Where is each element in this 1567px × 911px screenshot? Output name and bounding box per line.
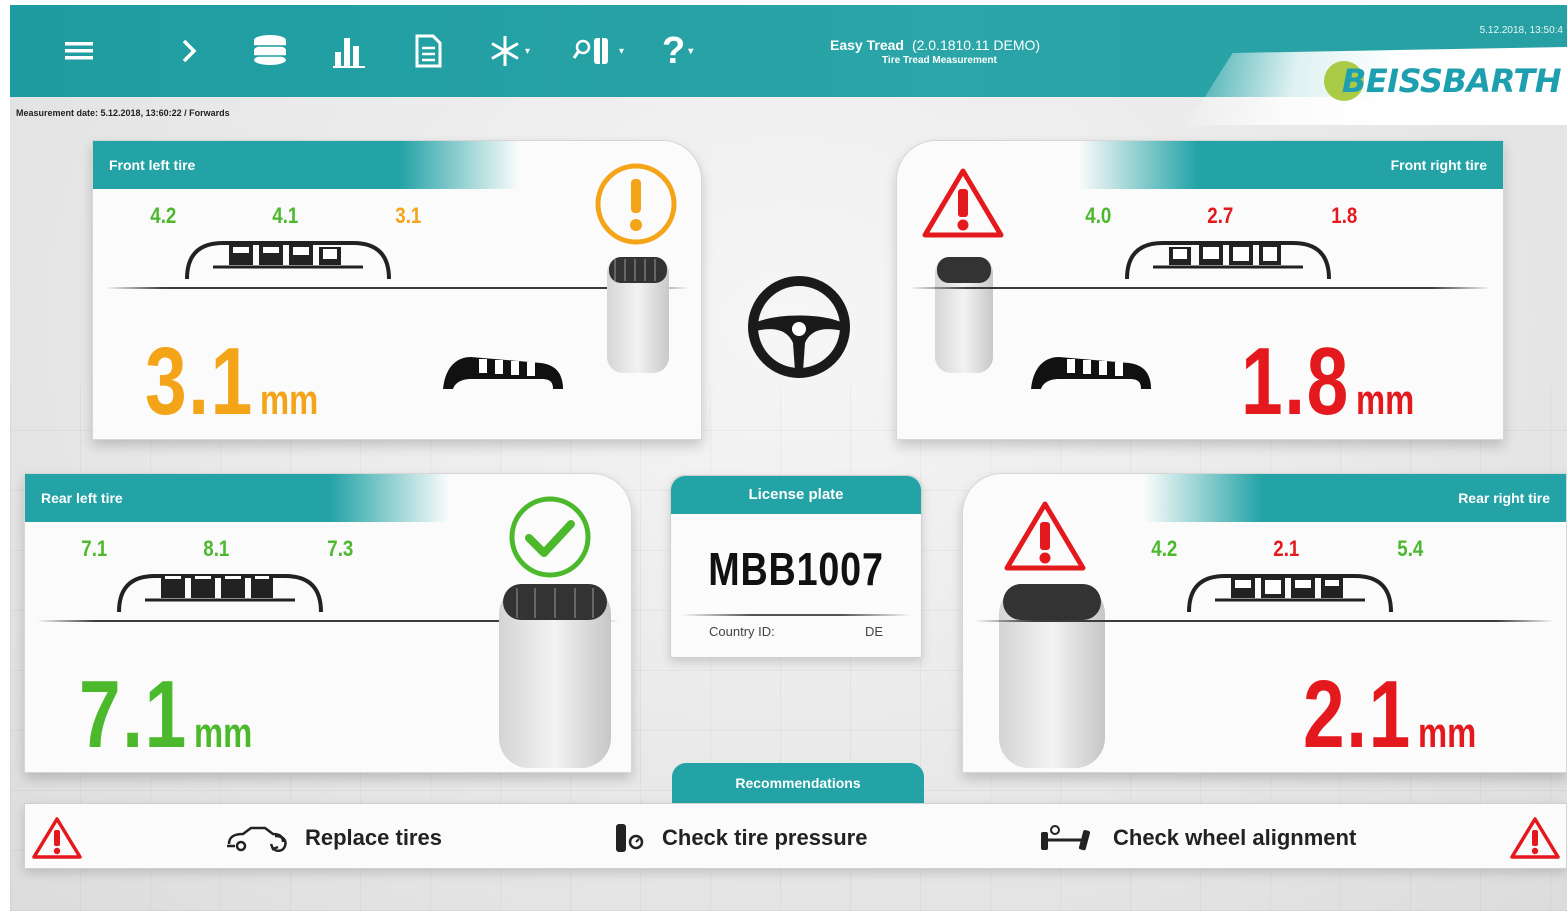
tire-search-icon[interactable]: ▾ bbox=[572, 31, 624, 71]
recommendations-bar: Replace tires Check tire pressure Check … bbox=[24, 803, 1567, 869]
app-name: Easy Tread bbox=[830, 37, 904, 53]
tread-wear-icon bbox=[443, 357, 563, 389]
separator bbox=[909, 287, 1491, 289]
license-plate-number: MBB1007 bbox=[708, 543, 884, 595]
rec-check-alignment[interactable]: Check wheel alignment bbox=[1037, 822, 1356, 854]
tread-profile-icon bbox=[117, 574, 323, 613]
check-circle-icon bbox=[509, 496, 591, 578]
rec-check-pressure[interactable]: Check tire pressure bbox=[610, 822, 867, 854]
document-icon[interactable] bbox=[414, 31, 442, 71]
tread-depth-value: 3.1 mm bbox=[145, 328, 319, 435]
brand-logo: BEISSBARTH bbox=[1323, 61, 1562, 101]
warning-circle-icon bbox=[595, 163, 677, 245]
tread-value-outer: 4.2 bbox=[1151, 536, 1178, 561]
tire-image bbox=[999, 584, 1105, 768]
rear-left-tire-card[interactable]: Rear left tire 7.1 8.1 7.3 7.1 mm bbox=[24, 473, 632, 773]
tread-value-outer: 4.0 bbox=[1085, 203, 1112, 228]
tread-value-center: 2.7 bbox=[1207, 203, 1234, 228]
tread-depth-value: 1.8 mm bbox=[1241, 328, 1415, 435]
tread-value-inner: 5.4 bbox=[1397, 536, 1424, 561]
rear-right-tire-card[interactable]: Rear right tire 4.2 2.1 5.4 2.1 mm bbox=[962, 473, 1567, 773]
recommendations-title: Recommendations bbox=[672, 763, 924, 803]
tread-value-outer: 7.1 bbox=[81, 536, 108, 561]
tire-stack-icon[interactable] bbox=[252, 31, 288, 71]
chevron-right-icon[interactable] bbox=[180, 31, 198, 71]
card-title: Front right tire bbox=[1078, 141, 1503, 189]
header-datetime: 5.12.2018, 13:50:4 bbox=[1479, 25, 1563, 36]
tread-wear-icon bbox=[1031, 357, 1151, 389]
tire-image bbox=[499, 584, 611, 768]
help-icon[interactable]: ? ▾ bbox=[662, 30, 693, 72]
tread-profile-icon bbox=[185, 241, 391, 280]
card-title: Front left tire bbox=[93, 141, 519, 189]
country-value: DE bbox=[864, 624, 883, 639]
app-window: ▾ ▾ ? ▾ Easy Tread (2.0.1810.11 DEMO) Tire… bbox=[10, 5, 1567, 911]
rec-label: Check tire pressure bbox=[662, 825, 868, 850]
tread-value-inner: 7.3 bbox=[327, 536, 354, 561]
steering-wheel-icon bbox=[748, 276, 850, 378]
tire-pressure-icon bbox=[616, 824, 644, 852]
tread-value-center: 4.1 bbox=[272, 203, 299, 228]
country-label: Country ID: bbox=[709, 624, 775, 639]
menu-icon[interactable] bbox=[65, 31, 93, 71]
warning-triangle-icon bbox=[1004, 501, 1086, 571]
tire-image bbox=[935, 257, 993, 373]
card-title: Rear right tire bbox=[1143, 474, 1566, 522]
tread-value-inner: 1.8 bbox=[1331, 203, 1358, 228]
front-left-tire-card[interactable]: Front left tire 4.2 4.1 3.1 3.1 mm bbox=[92, 140, 702, 440]
tread-depth-value: 7.1 mm bbox=[79, 661, 253, 768]
warning-triangle-icon bbox=[32, 817, 82, 859]
measurement-date: Measurement date: 5.12.2018, 13:60:22 / … bbox=[16, 108, 230, 118]
license-plate-title: License plate bbox=[671, 476, 921, 514]
wheel-alignment-icon bbox=[1041, 825, 1091, 851]
tread-profile-icon bbox=[1187, 574, 1393, 613]
tire-image bbox=[607, 257, 669, 373]
front-right-tire-card[interactable]: Front right tire 4.0 2.7 1.8 1.8 mm bbox=[896, 140, 1504, 440]
rec-replace-tires[interactable]: Replace tires bbox=[225, 822, 442, 854]
rec-label: Check wheel alignment bbox=[1113, 825, 1357, 850]
license-plate-card: License plate MBB1007 Country ID: DE bbox=[670, 475, 922, 658]
app-subtitle: Tire Tread Measurement bbox=[882, 55, 997, 66]
snowflake-icon[interactable]: ▾ bbox=[488, 31, 530, 71]
card-title: Rear left tire bbox=[25, 474, 450, 522]
app-version: (2.0.1810.11 DEMO) bbox=[911, 37, 1041, 53]
tread-profile-icon bbox=[1125, 241, 1331, 280]
rec-label: Replace tires bbox=[305, 825, 442, 850]
tread-value-center: 8.1 bbox=[203, 536, 230, 561]
app-title: Easy Tread (2.0.1810.11 DEMO) Tire Tread … bbox=[830, 37, 1130, 66]
car-tire-icon bbox=[227, 826, 287, 852]
warning-triangle-icon bbox=[922, 168, 1004, 238]
tread-value-inner: 3.1 bbox=[395, 203, 422, 228]
country-row: Country ID: DE bbox=[671, 616, 921, 639]
warning-triangle-icon bbox=[1510, 817, 1560, 859]
tread-value-center: 2.1 bbox=[1273, 536, 1300, 561]
tread-depth-value: 2.1 mm bbox=[1303, 661, 1477, 768]
bar-chart-icon[interactable] bbox=[332, 31, 366, 71]
separator bbox=[975, 620, 1554, 622]
tread-value-outer: 4.2 bbox=[150, 203, 177, 228]
